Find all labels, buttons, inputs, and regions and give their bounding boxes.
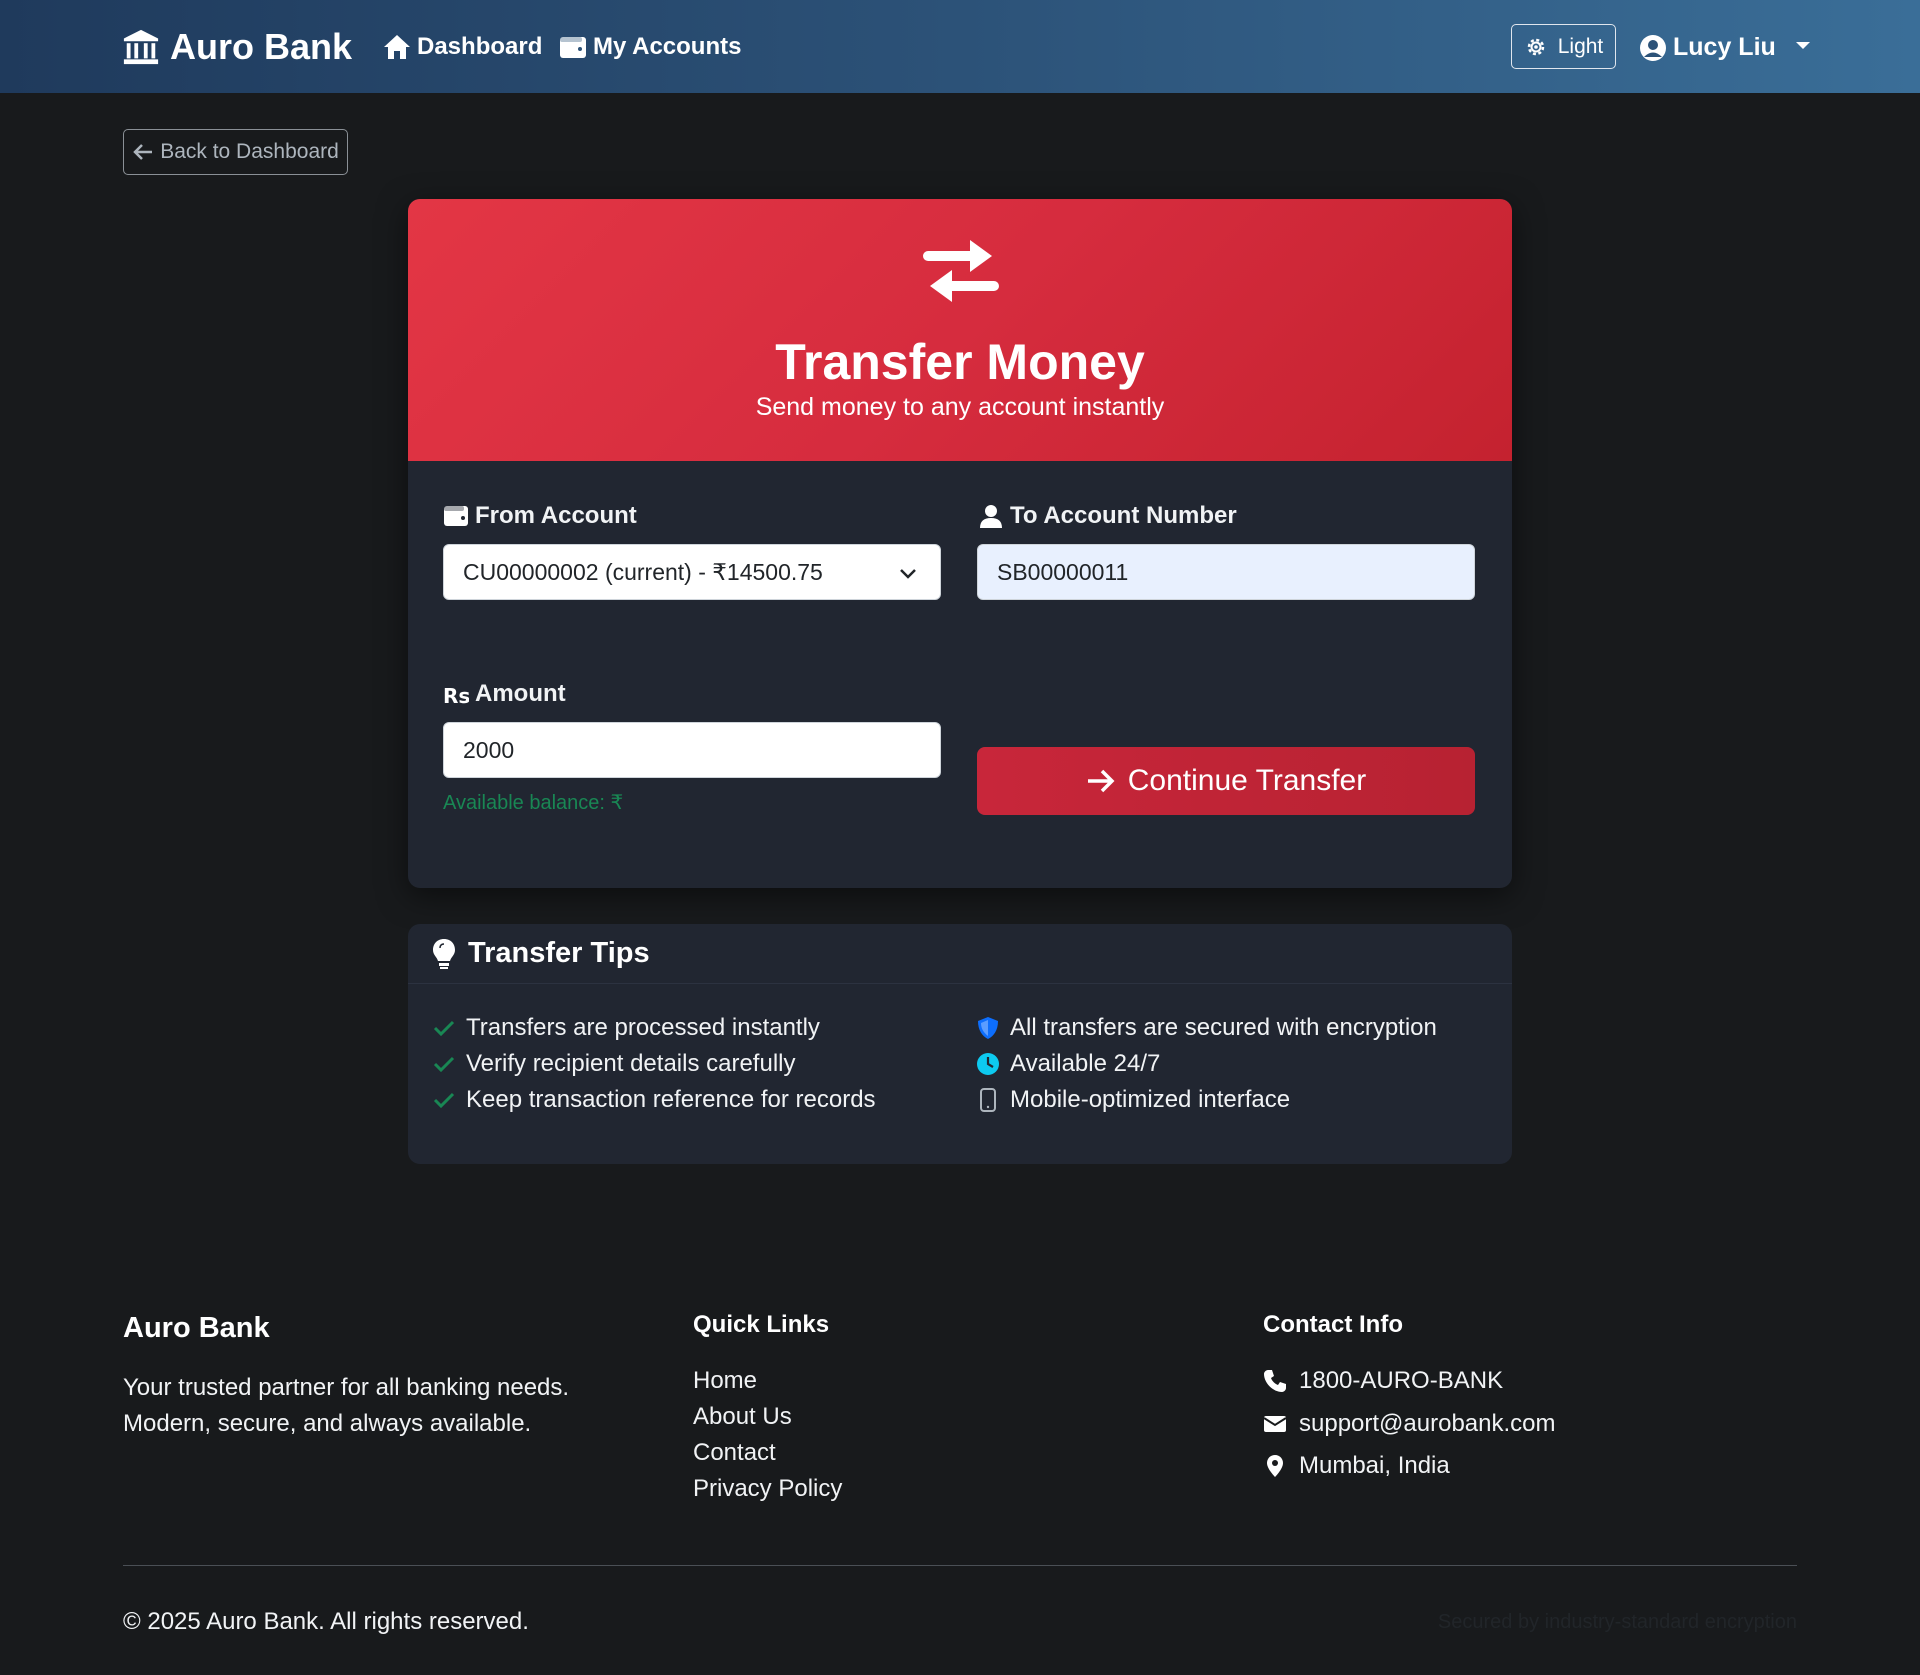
page-subtitle: Send money to any account instantly (755, 393, 1165, 421)
to-account-input[interactable]: SB00000011 (977, 544, 1475, 600)
available-balance-text: Available balance: ₹ (443, 792, 624, 814)
tip-item: Keep transaction reference for records (432, 1086, 876, 1114)
tip-text: Transfers are processed instantly (466, 1014, 820, 1041)
tip-text: All transfers are secured with encryptio… (1010, 1014, 1437, 1041)
nav-my-accounts-link[interactable]: My Accounts (559, 33, 741, 61)
from-account-select[interactable]: CU00000002 (current) - ₹14500.75 (443, 544, 941, 600)
mobile-icon (980, 1088, 996, 1112)
to-account-label-text: To Account Number (1010, 502, 1237, 529)
secured-text: Secured by industry-standard encryption (1437, 1611, 1797, 1633)
footer-link-privacy[interactable]: Privacy Policy (693, 1475, 842, 1503)
envelope-icon (1263, 1416, 1287, 1432)
continue-transfer-button[interactable]: Continue Transfer (977, 747, 1475, 815)
tips-header: Transfer Tips (408, 924, 1512, 984)
from-account-value: CU00000002 (current) - ₹14500.75 (463, 558, 823, 585)
bank-icon (123, 29, 159, 65)
tips-title: Transfer Tips (468, 937, 650, 969)
footer-divider (123, 1565, 1797, 1566)
from-account-label-text: From Account (475, 502, 637, 529)
contact-location: Mumbai, India (1263, 1452, 1450, 1480)
contact-email: support@aurobank.com (1263, 1410, 1556, 1438)
from-account-label: From Account (443, 502, 637, 530)
amount-label: Rs Amount (443, 680, 566, 708)
rupee-icon: Rs (443, 684, 469, 707)
back-label: Back to Dashboard (160, 140, 339, 163)
copyright-text: © 2025 Auro Bank. All rights reserved. (123, 1608, 529, 1635)
contact-location-text: Mumbai, India (1299, 1452, 1450, 1479)
tip-text: Keep transaction reference for records (466, 1086, 876, 1113)
arrow-right-icon (1087, 769, 1115, 793)
home-icon (384, 35, 410, 59)
user-name: Lucy Liu (1673, 33, 1776, 61)
continue-transfer-label: Continue Transfer (1127, 764, 1367, 797)
contact-info-title: Contact Info (1263, 1311, 1403, 1338)
wallet-icon (560, 37, 586, 58)
footer-link-home[interactable]: Home (693, 1367, 757, 1395)
tip-text: Available 24/7 (1010, 1050, 1161, 1077)
page-title: Transfer Money (775, 334, 1145, 390)
tip-text: Mobile-optimized interface (1010, 1086, 1291, 1113)
tip-item: All transfers are secured with encryptio… (976, 1014, 1437, 1042)
amount-label-text: Amount (475, 680, 566, 707)
theme-toggle-button[interactable]: Light (1511, 24, 1616, 69)
contact-phone: 1800-AURO-BANK (1263, 1367, 1503, 1395)
footer-tagline: Your trusted partner for all banking nee… (123, 1370, 569, 1442)
check-icon (433, 1020, 455, 1037)
phone-icon (1264, 1370, 1286, 1392)
arrow-left-icon (133, 144, 153, 160)
theme-toggle-label: Light (1557, 34, 1604, 58)
top-navbar: Auro Bank Dashboard My Accounts Light Lu… (0, 0, 1920, 93)
nav-dashboard-link[interactable]: Dashboard (383, 33, 542, 61)
contact-phone-text: 1800-AURO-BANK (1299, 1367, 1504, 1394)
check-icon (433, 1092, 455, 1109)
transfer-tips-card: Transfer Tips Transfers are processed in… (408, 924, 1512, 1164)
tip-text: Verify recipient details carefully (466, 1050, 796, 1077)
transfer-header: Transfer Money Send money to any account… (408, 199, 1512, 461)
to-account-label: To Account Number (978, 502, 1237, 530)
tip-item: Transfers are processed instantly (432, 1014, 820, 1042)
user-icon (980, 505, 1002, 528)
wallet-icon (444, 506, 468, 526)
footer-tagline-line: Modern, secure, and always available. (123, 1410, 532, 1437)
contact-email-text: support@aurobank.com (1299, 1410, 1556, 1437)
map-pin-icon (1267, 1455, 1283, 1477)
check-icon (433, 1056, 455, 1073)
user-menu-dropdown[interactable]: Lucy Liu (1639, 33, 1810, 62)
footer-link-about[interactable]: About Us (693, 1403, 792, 1431)
back-to-dashboard-button[interactable]: Back to Dashboard (123, 129, 348, 175)
footer-tagline-line: Your trusted partner for all banking nee… (123, 1374, 570, 1401)
brand-link[interactable]: Auro Bank (122, 26, 352, 68)
nav-my-accounts-label: My Accounts (593, 33, 742, 60)
nav-dashboard-label: Dashboard (417, 33, 543, 60)
caret-down-icon (1795, 42, 1810, 49)
chevron-down-icon (900, 569, 916, 579)
to-account-value: SB00000011 (997, 558, 1129, 585)
svg-text:Rs: Rs (443, 684, 469, 707)
tip-item: Verify recipient details carefully (432, 1050, 795, 1078)
gear-icon (1527, 38, 1544, 55)
amount-input[interactable]: 2000 (443, 722, 941, 778)
shield-icon (978, 1017, 998, 1039)
tip-item: Mobile-optimized interface (976, 1086, 1290, 1114)
exchange-arrows-icon (923, 240, 999, 302)
transfer-card: Transfer Money Send money to any account… (408, 199, 1512, 888)
brand-name: Auro Bank (170, 26, 353, 67)
footer-brand: Auro Bank (123, 1312, 270, 1344)
lightbulb-icon (433, 938, 455, 969)
clock-icon (977, 1053, 999, 1075)
user-circle-icon (1640, 34, 1666, 61)
amount-value: 2000 (463, 736, 515, 763)
quick-links-title: Quick Links (693, 1311, 830, 1338)
footer-link-contact[interactable]: Contact (693, 1439, 776, 1467)
tip-item: Available 24/7 (976, 1050, 1160, 1078)
